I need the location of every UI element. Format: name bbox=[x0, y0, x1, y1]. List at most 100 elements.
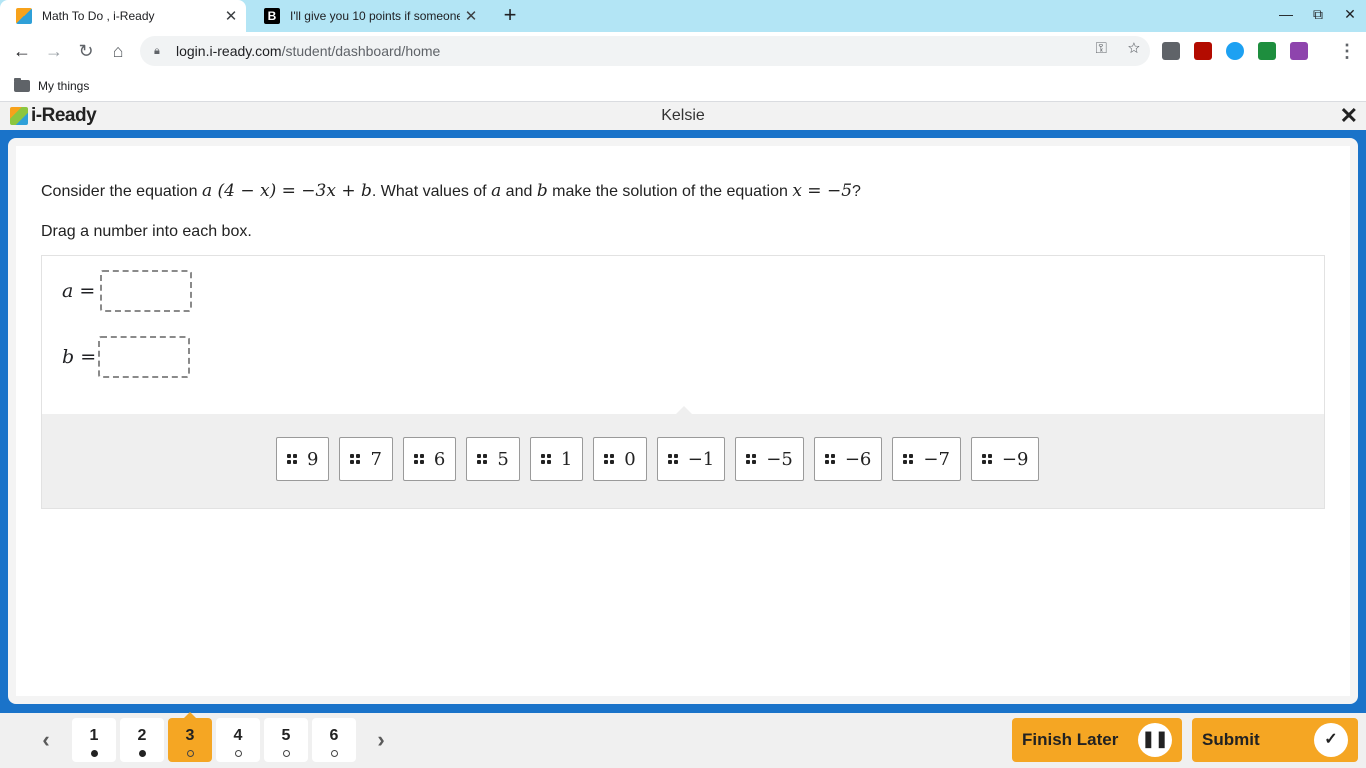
number-tile[interactable]: −9 bbox=[970, 437, 1040, 481]
drag-handle-icon bbox=[287, 454, 297, 464]
address-bar[interactable]: 🔒︎ login.i-ready.com/student/dashboard/h… bbox=[140, 36, 1150, 66]
answer-row-a: a = bbox=[62, 270, 192, 312]
forward-icon[interactable]: → bbox=[43, 40, 65, 62]
window-close-icon[interactable]: ✕ bbox=[1340, 6, 1360, 23]
drop-box-a[interactable] bbox=[100, 270, 192, 312]
number-tile[interactable]: 9 bbox=[276, 437, 330, 481]
number-tile[interactable]: −7 bbox=[892, 437, 961, 481]
folder-icon bbox=[14, 77, 30, 92]
checkmark-icon: ✓ bbox=[1314, 723, 1348, 757]
tab-brainly[interactable]: B I'll give you 10 points if someone ✕ bbox=[248, 0, 486, 32]
key-icon[interactable]: ⚿ bbox=[1095, 40, 1106, 57]
progress-dot-icon bbox=[282, 750, 290, 757]
extension-icon[interactable] bbox=[1162, 42, 1180, 60]
app-header: i-Ready Kelsie ✕ bbox=[0, 102, 1366, 130]
question-text: Consider the equation a (4 − x) = −3x + … bbox=[41, 181, 861, 201]
tab-strip: Math To Do , i-Ready ✕ B I'll give you 1… bbox=[0, 0, 1366, 32]
question-button-3[interactable]: 3 bbox=[168, 712, 212, 762]
number-tile[interactable]: −1 bbox=[656, 437, 726, 481]
progress-dot-icon bbox=[138, 750, 146, 757]
tile-value: −7 bbox=[923, 448, 950, 470]
question-mid2: make the solution of the equation bbox=[547, 183, 793, 200]
number-tile-tray: 9 7 6 5 1 0 −1 −5 −6 −7 −9 bbox=[42, 414, 1324, 508]
question-var-a: a bbox=[491, 181, 502, 201]
restore-icon[interactable]: ⧉ bbox=[1308, 6, 1328, 23]
question-suffix: ? bbox=[852, 183, 861, 200]
drag-handle-icon bbox=[413, 454, 424, 464]
question-number: 2 bbox=[137, 727, 147, 744]
tile-value: −1 bbox=[687, 448, 715, 470]
next-question-icon[interactable]: › bbox=[371, 727, 391, 753]
bookmark-my-things[interactable]: My things bbox=[38, 79, 89, 93]
drop-box-b[interactable] bbox=[98, 336, 190, 378]
tile-list: 9 7 6 5 1 0 −1 −5 −6 −7 −9 bbox=[276, 437, 1040, 481]
iready-favicon-icon bbox=[16, 8, 32, 24]
lock-icon: 🔒︎ bbox=[154, 44, 160, 57]
tab-close-icon[interactable]: ✕ bbox=[460, 7, 482, 25]
drag-handle-icon bbox=[477, 454, 488, 464]
tile-value: −9 bbox=[1001, 448, 1029, 470]
progress-dot-icon bbox=[186, 750, 194, 757]
minimize-icon[interactable]: — bbox=[1276, 6, 1296, 22]
drag-handle-icon bbox=[540, 454, 551, 464]
question-solution: x = −5 bbox=[792, 181, 853, 201]
cast-extension-icon[interactable] bbox=[1258, 42, 1276, 60]
circle-extension-icon[interactable] bbox=[1226, 42, 1244, 60]
bookmark-star-icon[interactable]: ☆ bbox=[1128, 40, 1140, 57]
tab-title: Math To Do , i-Ready bbox=[42, 9, 155, 23]
tile-value: 6 bbox=[433, 448, 446, 470]
answer-a-label: a = bbox=[62, 280, 96, 302]
tile-value: 1 bbox=[560, 448, 573, 470]
question-mid1: . What values of bbox=[371, 183, 492, 200]
close-lesson-icon[interactable]: ✕ bbox=[1340, 103, 1358, 129]
prev-question-icon[interactable]: ‹ bbox=[36, 727, 56, 753]
finish-later-button[interactable]: Finish Later ❚❚ bbox=[1012, 718, 1182, 762]
number-tile[interactable]: 6 bbox=[402, 437, 457, 481]
tile-value: −6 bbox=[844, 448, 872, 470]
progress-dot-icon bbox=[234, 750, 242, 757]
pdf-extension-icon[interactable] bbox=[1194, 42, 1212, 60]
new-tab-button[interactable]: + bbox=[498, 4, 522, 28]
answer-row-b: b = bbox=[62, 336, 190, 378]
bookmarks-bar: My things bbox=[0, 70, 1366, 102]
student-name: Kelsie bbox=[661, 107, 705, 124]
url-path: /student/dashboard/home bbox=[281, 43, 441, 59]
tab-close-icon[interactable]: ✕ bbox=[220, 7, 242, 25]
footer-bar: ‹ 1 2 3 4 5 6 › Finish Later ❚❚ Submit ✓ bbox=[0, 712, 1366, 768]
question-button-2[interactable]: 2 bbox=[120, 718, 164, 762]
number-tile[interactable]: 5 bbox=[466, 437, 520, 481]
drag-handle-icon bbox=[981, 454, 992, 464]
number-tile[interactable]: −5 bbox=[735, 437, 804, 481]
question-prefix: Consider the equation bbox=[41, 183, 202, 200]
number-tile[interactable]: 0 bbox=[593, 437, 647, 481]
question-number: 5 bbox=[281, 727, 291, 744]
back-icon[interactable]: ← bbox=[11, 40, 33, 62]
tile-value: 5 bbox=[497, 448, 509, 470]
tab-math-to-do[interactable]: Math To Do , i-Ready ✕ bbox=[0, 0, 246, 32]
tile-value: −5 bbox=[766, 448, 793, 470]
question-button-1[interactable]: 1 bbox=[72, 718, 116, 762]
drag-handle-icon bbox=[604, 454, 615, 464]
home-icon[interactable]: ⌂ bbox=[107, 40, 129, 62]
browser-menu-icon[interactable]: ⋮ bbox=[1336, 40, 1358, 62]
submit-button[interactable]: Submit ✓ bbox=[1192, 718, 1358, 762]
number-tile[interactable]: −6 bbox=[813, 437, 883, 481]
drag-handle-icon bbox=[824, 454, 835, 464]
reload-icon[interactable]: ↻ bbox=[75, 40, 97, 62]
question-number: 6 bbox=[329, 727, 339, 744]
question-button-5[interactable]: 5 bbox=[264, 718, 308, 762]
drag-handle-icon bbox=[667, 454, 678, 464]
question-button-4[interactable]: 4 bbox=[216, 718, 260, 762]
submit-label: Submit bbox=[1202, 730, 1260, 749]
question-number: 1 bbox=[89, 727, 99, 744]
answer-b-label: b = bbox=[62, 346, 97, 368]
number-tile[interactable]: 1 bbox=[529, 437, 584, 481]
answer-work-area: a = b = 9 7 6 5 1 0 −1 −5 −6 −7 −9 bbox=[41, 255, 1325, 509]
progress-dot-icon bbox=[330, 750, 338, 757]
tile-value: 7 bbox=[370, 448, 382, 470]
number-tile[interactable]: 7 bbox=[339, 437, 393, 481]
instruction-text: Drag a number into each box. bbox=[41, 223, 252, 240]
question-button-6[interactable]: 6 bbox=[312, 718, 356, 762]
question-number: 3 bbox=[185, 727, 195, 744]
puzzle-extension-icon[interactable] bbox=[1290, 42, 1308, 60]
